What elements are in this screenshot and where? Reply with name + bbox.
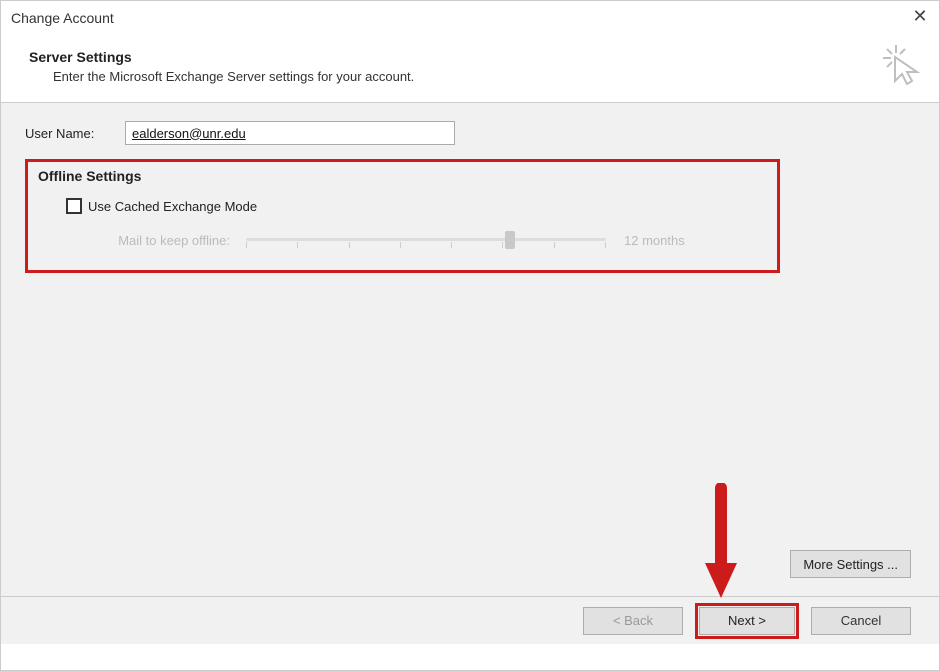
- more-settings-button[interactable]: More Settings ...: [790, 550, 911, 578]
- back-button[interactable]: < Back: [583, 607, 683, 635]
- wizard-header: Server Settings Enter the Microsoft Exch…: [1, 35, 939, 102]
- close-icon[interactable]: ✕: [911, 9, 929, 27]
- user-name-input[interactable]: [125, 121, 455, 145]
- user-name-row: User Name:: [25, 121, 915, 145]
- cached-mode-label: Use Cached Exchange Mode: [88, 199, 257, 214]
- cached-mode-row: Use Cached Exchange Mode: [66, 198, 767, 214]
- wizard-footer: < Back Next > Cancel: [1, 596, 939, 644]
- user-name-label: User Name:: [25, 126, 125, 141]
- next-button[interactable]: Next >: [699, 607, 795, 635]
- annotation-arrow-icon: [701, 483, 741, 606]
- cached-mode-checkbox[interactable]: [66, 198, 82, 214]
- content-area: User Name: Offline Settings Use Cached E…: [1, 103, 939, 596]
- slider-thumb[interactable]: [505, 231, 515, 249]
- mail-offline-slider[interactable]: [246, 228, 606, 252]
- mail-offline-label: Mail to keep offline:: [66, 233, 246, 248]
- header-title: Server Settings: [29, 49, 919, 65]
- mail-offline-row: Mail to keep offline: 12 months: [66, 228, 767, 252]
- next-button-highlight: Next >: [695, 603, 799, 639]
- cancel-button[interactable]: Cancel: [811, 607, 911, 635]
- wizard-cursor-icon: [881, 43, 925, 90]
- offline-settings-title: Offline Settings: [38, 168, 767, 184]
- titlebar: Change Account ✕: [1, 1, 939, 35]
- offline-settings-group: Offline Settings Use Cached Exchange Mod…: [25, 159, 780, 273]
- window-title: Change Account: [11, 10, 114, 26]
- header-subtitle: Enter the Microsoft Exchange Server sett…: [53, 69, 919, 84]
- mail-offline-value: 12 months: [624, 233, 685, 248]
